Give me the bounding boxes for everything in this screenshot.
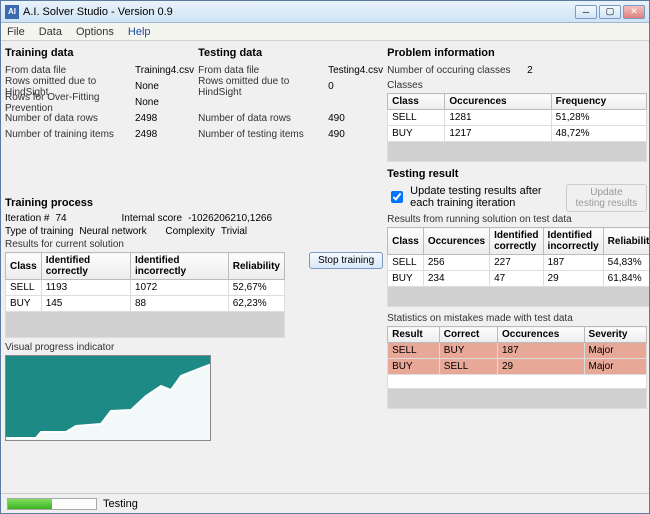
th-idi2[interactable]: Identified incorrectly (543, 228, 603, 255)
th-correct[interactable]: Correct (439, 327, 497, 343)
th-occ3[interactable]: Occurences (498, 327, 585, 343)
app-window: AI A.I. Solver Studio - Version 0.9 ─ ▢ … (0, 0, 650, 514)
num-classes-value: 2 (527, 65, 533, 76)
menu-file[interactable]: File (7, 26, 25, 38)
score-value: -1026206210,1266 (188, 213, 298, 224)
num-rows-value: 2498 (135, 113, 157, 124)
th-idc2[interactable]: Identified correctly (490, 228, 543, 255)
test-results-label: Results from running solution on test da… (387, 214, 647, 225)
menu-data[interactable]: Data (39, 26, 62, 38)
trows-hind-label: Rows omitted due to HindSight (198, 76, 328, 98)
table-row: SELL1193107252,67% (6, 280, 285, 296)
update-checkbox[interactable] (391, 191, 403, 203)
tnum-items-label: Number of testing items (198, 129, 328, 140)
iter-label: Iteration # (5, 213, 49, 224)
menu-help[interactable]: Help (128, 26, 151, 38)
from-file-value: Training4.csv (135, 65, 194, 76)
process-results-table: Class Identified correctly Identified in… (5, 252, 285, 338)
vpi-label: Visual progress indicator (5, 342, 383, 353)
table-row: BUYSELL29Major (388, 359, 647, 375)
mistake-stats-table: Result Correct Occurences Severity SELLB… (387, 326, 647, 409)
progress-line-icon (6, 356, 211, 441)
th-occ[interactable]: Occurences (445, 94, 551, 110)
stop-training-button[interactable]: Stop training (309, 252, 383, 269)
th-pidc[interactable]: Identified correctly (41, 253, 130, 280)
score-label: Internal score (121, 213, 182, 224)
tnum-rows-value: 490 (328, 113, 345, 124)
th-class[interactable]: Class (388, 94, 445, 110)
testing-data-panel: Testing data From data fileTesting4.csv … (198, 45, 383, 191)
menubar: File Data Options Help (1, 23, 649, 41)
num-rows-label: Number of data rows (5, 113, 135, 124)
table-row: BUY1458862,23% (6, 296, 285, 312)
training-data-panel: Training data From data fileTraining4.cs… (5, 45, 194, 191)
th-prel[interactable]: Reliability (228, 253, 284, 280)
testing-result-heading: Testing result (387, 168, 647, 180)
proc-results-label: Results for current solution (5, 239, 383, 250)
th-rel2[interactable]: Reliability (603, 228, 649, 255)
tfrom-file-value: Testing4.csv (328, 65, 383, 76)
status-text: Testing (103, 498, 138, 510)
th-pidi[interactable]: Identified incorrectly (130, 253, 228, 280)
type-label: Type of training (5, 226, 73, 237)
app-icon: AI (5, 5, 19, 19)
titlebar[interactable]: AI A.I. Solver Studio - Version 0.9 ─ ▢ … (1, 1, 649, 23)
status-progress-bar (8, 499, 52, 509)
type-value: Neural network (79, 226, 159, 237)
tnum-items-value: 490 (328, 129, 345, 140)
mistake-stats-label: Statistics on mistakes made with test da… (387, 313, 647, 324)
maximize-button[interactable]: ▢ (599, 5, 621, 19)
update-checkbox-text: Update testing results after each traini… (410, 185, 560, 209)
training-process-panel: Training process Iteration # 74 Internal… (5, 195, 383, 489)
rows-hind-value: None (135, 81, 159, 92)
iter-value: 74 (55, 213, 115, 224)
table-row: SELL128151,28% (388, 110, 647, 126)
th-occ2[interactable]: Occurences (423, 228, 489, 255)
complexity-value: Trivial (221, 226, 281, 237)
num-classes-label: Number of occuring classes (387, 65, 527, 76)
tfrom-file-label: From data file (198, 65, 328, 76)
table-row: BUY234472961,84% (388, 271, 649, 287)
problem-heading: Problem information (387, 47, 647, 59)
num-items-value: 2498 (135, 129, 157, 140)
close-button[interactable]: ✕ (623, 5, 645, 19)
statusbar: Testing (1, 493, 649, 513)
th-result[interactable]: Result (388, 327, 440, 343)
update-results-button[interactable]: Update testing results (566, 184, 648, 212)
classes-table: ClassOccurencesFrequency SELL128151,28% … (387, 93, 647, 162)
th-sev[interactable]: Severity (584, 327, 647, 343)
testing-result-panel: Testing result Update testing results af… (387, 166, 647, 409)
tnum-rows-label: Number of data rows (198, 113, 328, 124)
problem-info-panel: Problem information Number of occuring c… (387, 45, 647, 162)
rows-ofp-value: None (135, 97, 159, 108)
progress-chart (5, 355, 211, 441)
minimize-button[interactable]: ─ (575, 5, 597, 19)
num-items-label: Number of training items (5, 129, 135, 140)
update-checkbox-label[interactable]: Update testing results after each traini… (387, 185, 560, 209)
table-row: BUY121748,72% (388, 126, 647, 142)
th-class2[interactable]: Class (388, 228, 424, 255)
training-process-heading: Training process (5, 197, 383, 209)
classes-label: Classes (387, 80, 647, 91)
test-results-table: Class Occurences Identified correctly Id… (387, 227, 649, 307)
table-row: SELLBUY187Major (388, 343, 647, 359)
trows-hind-value: 0 (328, 81, 334, 92)
training-data-heading: Training data (5, 47, 194, 59)
th-pclass[interactable]: Class (6, 253, 42, 280)
testing-data-heading: Testing data (198, 47, 383, 59)
menu-options[interactable]: Options (76, 26, 114, 38)
th-freq[interactable]: Frequency (551, 94, 647, 110)
complexity-label: Complexity (165, 226, 214, 237)
from-file-label: From data file (5, 65, 135, 76)
table-row: SELL25622718754,83% (388, 255, 649, 271)
window-title: A.I. Solver Studio - Version 0.9 (23, 6, 575, 18)
rows-ofp-label: Rows for Over-Fitting Prevention (5, 92, 135, 114)
status-progress (7, 498, 97, 510)
